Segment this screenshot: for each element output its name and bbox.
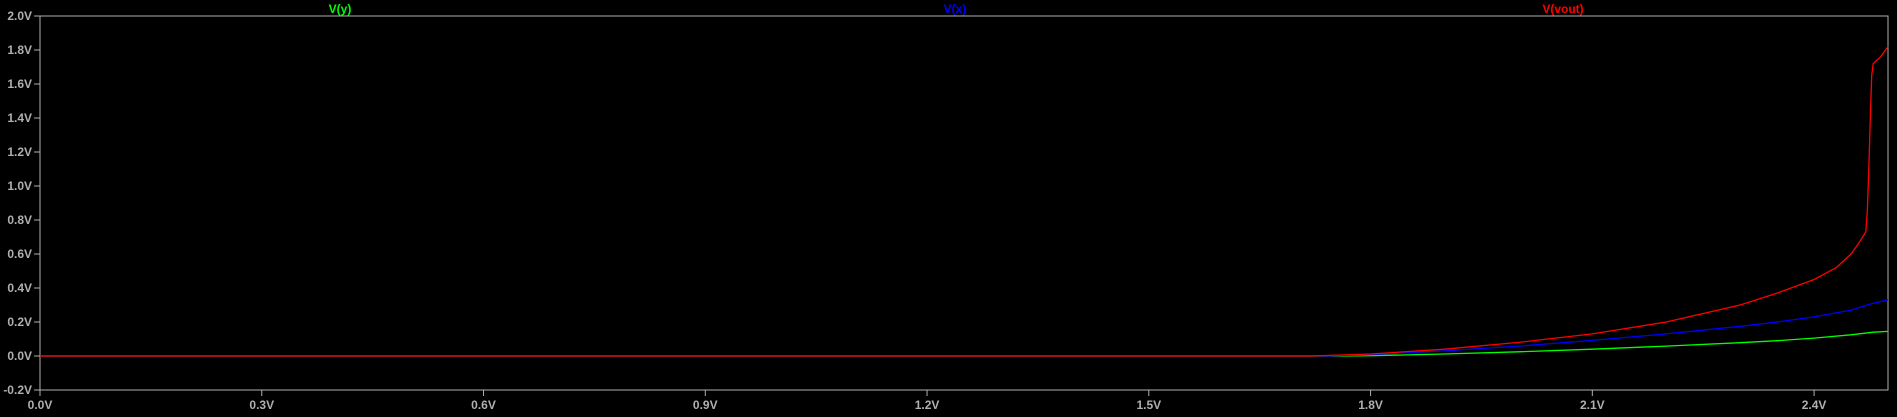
- y-tick-label: 0.6V: [7, 247, 32, 261]
- legend-label-vout: V(vout): [1542, 2, 1583, 16]
- x-tick-label: 0.9V: [693, 398, 718, 412]
- y-tick-label: 0.8V: [7, 213, 32, 227]
- x-tick-label: 1.5V: [1136, 398, 1161, 412]
- series-line-vx: [40, 299, 1889, 357]
- x-tick-label: 1.8V: [1358, 398, 1383, 412]
- y-tick-label: 1.0V: [7, 179, 32, 193]
- y-tick-label: 0.0V: [7, 349, 32, 363]
- plot-area: [39, 15, 1889, 391]
- y-tick-label: 1.4V: [7, 111, 32, 125]
- y-axis: -0.2V 0.0V 0.2V 0.4V 0.6V 0.8V 1.0V 1.2V 1.4V 1.6…: [3, 9, 40, 397]
- legend-label-vy: V(y): [329, 2, 352, 16]
- y-tick-label: 1.6V: [7, 77, 32, 91]
- legend: V(y) V(x) V(vout): [329, 2, 1584, 16]
- y-tick-label: 2.0V: [7, 9, 32, 23]
- y-tick-label: -0.2V: [3, 383, 32, 397]
- legend-label-vx: V(x): [944, 2, 967, 16]
- y-tick-label: 1.8V: [7, 43, 32, 57]
- series-line-vy: [40, 330, 1889, 357]
- x-tick-label: 2.4V: [1802, 398, 1827, 412]
- y-tick-label: 0.2V: [7, 315, 32, 329]
- x-tick-label: 0.0V: [28, 398, 53, 412]
- x-tick-label: 0.6V: [471, 398, 496, 412]
- series-line-vvout: [40, 46, 1889, 357]
- y-tick-label: 0.4V: [7, 281, 32, 295]
- x-tick-label: 2.1V: [1580, 398, 1605, 412]
- series-lines: [40, 46, 1889, 357]
- plot-canvas: V(y) V(x) V(vout) -0.2V0.0V0.2V0.4V0.6V0…: [3, 2, 1889, 412]
- y-tick-label: 1.2V: [7, 145, 32, 159]
- x-tick-label: 0.3V: [249, 398, 274, 412]
- x-tick-label: 1.2V: [915, 398, 940, 412]
- x-axis: 0.0V 0.3V 0.6V 0.9V 1.2V 1.5V 1.8V 2.1V 2.4V: [28, 390, 1827, 412]
